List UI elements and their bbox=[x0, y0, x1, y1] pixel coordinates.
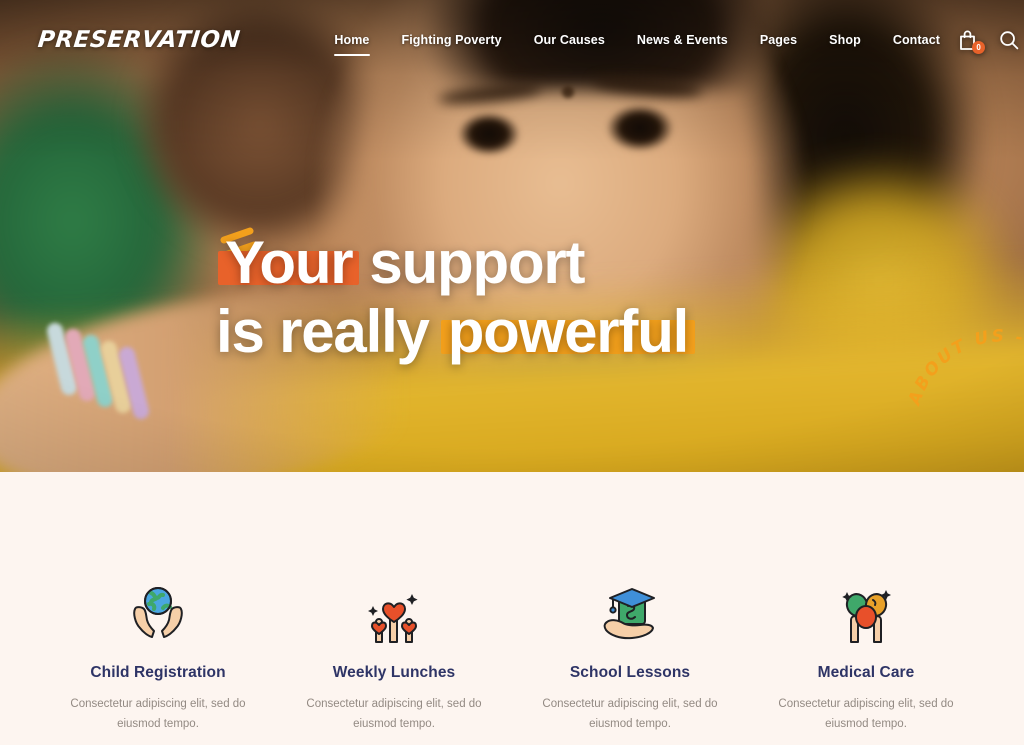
navbar: PRESERVATION Home Fighting Poverty Our C… bbox=[0, 0, 1024, 80]
cart-badge: 0 bbox=[972, 41, 986, 54]
feature-icon-wrap bbox=[526, 582, 734, 644]
nav-item-pages[interactable]: Pages bbox=[744, 27, 813, 53]
nav-item-our-causes[interactable]: Our Causes bbox=[518, 27, 621, 53]
hero-headline-line-1-rest: support bbox=[369, 229, 585, 296]
navbar-actions: 0 Donate bbox=[956, 22, 1024, 58]
feature-title: Weekly Lunches bbox=[332, 664, 456, 681]
nav-item-contact[interactable]: Contact bbox=[877, 27, 956, 53]
nav-item-shop[interactable]: Shop bbox=[813, 27, 877, 53]
feature-title: Child Registration bbox=[90, 664, 226, 681]
feature-description: Consectetur adipiscing elit, sed do eius… bbox=[70, 698, 246, 730]
hero-headline-line-1: Your support bbox=[218, 232, 1024, 293]
feature-title: Medical Care bbox=[817, 664, 915, 681]
hero-section: PRESERVATION Home Fighting Poverty Our C… bbox=[0, 0, 1024, 472]
feature-description: Consectetur adipiscing elit, sed do eius… bbox=[306, 698, 482, 730]
graduation-money-hand-icon bbox=[603, 588, 655, 640]
site-logo[interactable]: PRESERVATION bbox=[37, 27, 242, 53]
hero-highlight-powerful: powerful bbox=[440, 301, 696, 362]
hands-holding-hearts-icon bbox=[368, 594, 418, 643]
feature-icon-wrap bbox=[290, 582, 498, 644]
hands-holding-pills-icon bbox=[842, 590, 891, 643]
nav-menu: Home Fighting Poverty Our Causes News & … bbox=[318, 27, 956, 56]
features-section: Child Registration Consectetur adipiscin… bbox=[0, 472, 1024, 745]
feature-description: Consectetur adipiscing elit, sed do eius… bbox=[542, 698, 718, 730]
feature-card-child-registration[interactable]: Child Registration Consectetur adipiscin… bbox=[40, 582, 276, 735]
feature-card-school-lessons[interactable]: School Lessons Consectetur adipiscing el… bbox=[512, 582, 748, 735]
nav-item-home[interactable]: Home bbox=[318, 27, 385, 56]
feature-card-weekly-lunches[interactable]: Weekly Lunches Consectetur adipiscing el… bbox=[276, 582, 512, 735]
feature-icon-wrap bbox=[762, 582, 970, 644]
hero-headline-line-2-pre: is really bbox=[216, 298, 430, 366]
nav-item-fighting-poverty[interactable]: Fighting Poverty bbox=[386, 27, 518, 53]
feature-title: School Lessons bbox=[569, 664, 691, 681]
search-icon bbox=[1000, 31, 1019, 50]
feature-description: Consectetur adipiscing elit, sed do eius… bbox=[778, 698, 954, 730]
search-button[interactable] bbox=[998, 29, 1020, 51]
cart-button[interactable]: 0 bbox=[956, 29, 986, 54]
feature-card-medical-care[interactable]: Medical Care Consectetur adipiscing elit… bbox=[748, 582, 984, 735]
nav-item-news-events[interactable]: News & Events bbox=[621, 27, 744, 53]
hero-headline-line-2: is really powerful bbox=[216, 301, 1024, 362]
globe-in-hands-icon bbox=[133, 587, 183, 638]
hero-headline-block: Your support is really powerful bbox=[0, 227, 1024, 362]
hero-highlight-your: Your bbox=[218, 232, 360, 293]
feature-icon-wrap bbox=[54, 582, 262, 644]
